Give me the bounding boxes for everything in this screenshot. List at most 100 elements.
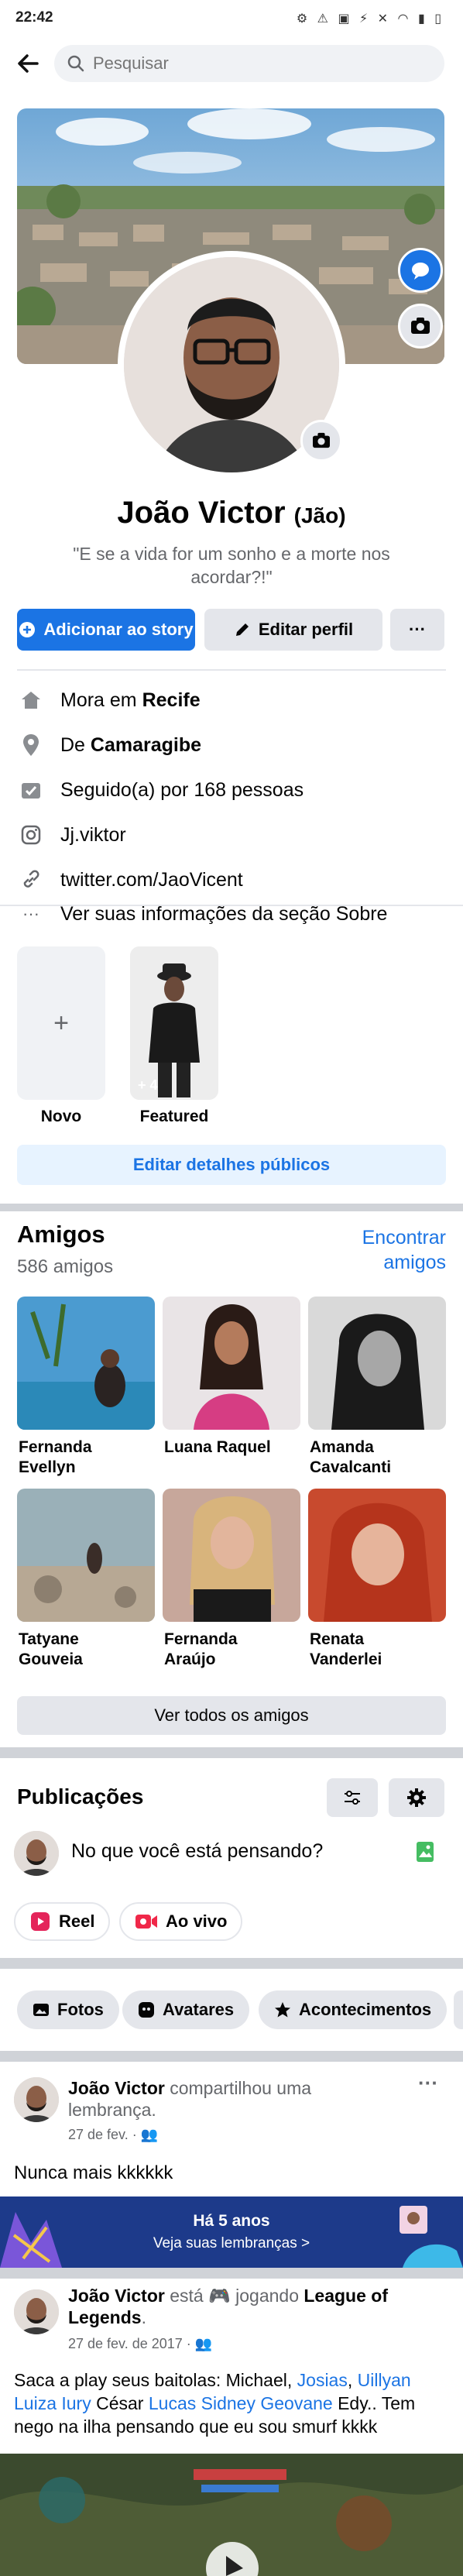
friend-name[interactable]: Luana Raquel (164, 1437, 302, 1458)
gear-icon (407, 1788, 426, 1807)
memory-banner[interactable]: Há 5 anos Veja suas lembranças > (0, 2196, 463, 2268)
avatar-icon (139, 2002, 154, 2018)
about-text: Ver suas informações da seção Sobre (60, 902, 388, 925)
live-button[interactable]: Ao vivo (119, 1902, 243, 1941)
friends-title: Amigos (17, 1221, 105, 1248)
friend-first-name: Amanda (310, 1438, 374, 1456)
post-text-a: Saca a play seus baitolas: Michael, (14, 2370, 297, 2390)
publications-title: Publicações (17, 1784, 144, 1808)
bio-line-1: "E se a vida for um sonho e a morte nos (73, 544, 390, 564)
from-prefix: De (60, 733, 85, 756)
add-story-button[interactable]: Adicionar ao story (17, 609, 195, 651)
friend-last-name: Vanderlei (310, 1650, 382, 1668)
reel-button[interactable]: Reel (14, 1902, 111, 1941)
twitter-text: twitter.com/JaoVicent (60, 868, 243, 891)
filter-avatars[interactable]: Avatares (122, 1990, 250, 2029)
filter-photos[interactable]: Fotos (17, 1990, 119, 2029)
live-label: Ao vivo (166, 1911, 228, 1931)
friend-photo[interactable] (163, 1297, 300, 1430)
memory-link[interactable]: Veja suas lembranças > (0, 2235, 463, 2252)
post-action: compartilhou uma (164, 2078, 312, 2098)
gear-button[interactable] (389, 1778, 444, 1817)
back-arrow-icon[interactable] (14, 50, 42, 77)
reel-label: Reel (59, 1911, 95, 1931)
post-more-button[interactable]: ··· (418, 2071, 438, 2095)
tag-lucas-sidney-geovane[interactable]: Lucas Sidney Geovane (149, 2393, 333, 2413)
detail-twitter[interactable]: twitter.com/JaoVicent (17, 864, 451, 895)
post-text-c: Edy.. Tem (332, 2393, 416, 2413)
filter-avatars-label: Avatares (163, 2000, 235, 2019)
followers-text: Seguido(a) por 168 pessoas (60, 778, 304, 801)
profile-name: João Victor (Jão) (0, 496, 463, 531)
post-date: 27 de fev. de 2017 · 👥 (68, 2336, 212, 2352)
photos-icon (33, 2004, 49, 2016)
avatar-camera-icon[interactable] (300, 420, 342, 462)
tag-josias[interactable]: Josias (297, 2370, 348, 2390)
post-date: 27 de fev. · 👥 (68, 2127, 158, 2143)
friend-photo[interactable] (308, 1297, 446, 1430)
composer-avatar[interactable] (14, 1831, 59, 1876)
pencil-icon (235, 623, 249, 636)
see-all-friends-button[interactable]: Ver todos os amigos (17, 1696, 446, 1735)
friend-name[interactable]: Fernanda Evellyn (19, 1437, 156, 1478)
filter-settings-button[interactable] (327, 1778, 378, 1817)
post-game-line2[interactable]: Legends (68, 2307, 142, 2327)
tag-uillyan[interactable]: Uillyan (358, 2370, 411, 2390)
post-avatar[interactable] (14, 2077, 59, 2122)
friend-photo[interactable] (163, 1489, 300, 1622)
friend-photo[interactable] (17, 1297, 155, 1430)
edit-public-details-button[interactable]: Editar detalhes públicos (17, 1145, 446, 1185)
top-bar (0, 39, 463, 88)
post-author[interactable]: João Victor (68, 2286, 165, 2306)
edit-profile-button[interactable]: Editar perfil (204, 609, 382, 651)
cover-camera-icon[interactable] (398, 304, 443, 349)
filter-events-label: Acontecimentos (299, 2000, 432, 2019)
post-game[interactable]: League of (304, 2286, 388, 2306)
followers-icon (17, 778, 45, 802)
friend-photo[interactable] (17, 1489, 155, 1622)
composer-input[interactable]: No que você está pensando? (71, 1840, 323, 1863)
friend-name[interactable]: Amanda Cavalcanti (310, 1437, 448, 1478)
search-input[interactable] (93, 45, 418, 82)
post-text-sep: , (347, 2370, 358, 2390)
more-options-button[interactable]: ··· (390, 609, 444, 651)
friend-first-name: Renata (310, 1630, 365, 1648)
add-story-label: Adicionar ao story (43, 620, 194, 639)
house-icon (17, 688, 45, 713)
more-options-label: ··· (409, 620, 426, 639)
filter-events[interactable]: Acontecimentos (259, 1990, 448, 2029)
find-friends-link[interactable]: Encontrar amigos (325, 1225, 446, 1275)
section-separator (0, 1204, 463, 1211)
edit-profile-label: Editar perfil (258, 620, 354, 639)
friend-photo[interactable] (308, 1489, 446, 1622)
profile-name-text: João Victor (117, 496, 286, 530)
friend-name[interactable]: Fernanda Araújo (164, 1630, 302, 1670)
featured-collection-label: Featured (139, 1108, 209, 1125)
detail-followers[interactable]: Seguido(a) por 168 pessoas (17, 775, 451, 805)
friends-audience-icon: 👥 (194, 2336, 213, 2351)
cover-messenger-button[interactable] (398, 248, 443, 293)
post-avatar[interactable] (14, 2289, 59, 2334)
friend-name[interactable]: Renata Vanderlei (310, 1630, 448, 1670)
status-bar: 22:42 ⚙ ⚠ ▣ ⚡ ✕ ◠ ▮ ▯ (0, 0, 463, 39)
featured-new-tile[interactable]: + (17, 946, 105, 1100)
friend-last-name: Cavalcanti (310, 1458, 392, 1476)
section-separator (0, 1747, 463, 1758)
tag-luiza-iury[interactable]: Luiza Iury (14, 2393, 91, 2413)
detail-instagram[interactable]: Jj.viktor (17, 819, 451, 850)
friend-last-name: Evellyn (19, 1458, 76, 1476)
post-text: Saca a play seus baitolas: Michael, Josi… (14, 2368, 452, 2438)
search-box[interactable] (54, 45, 444, 82)
section-separator (0, 2268, 463, 2279)
friend-name[interactable]: Tatyane Gouveia (19, 1630, 156, 1670)
profile-avatar[interactable] (118, 251, 345, 479)
star-icon (275, 2002, 290, 2018)
photo-icon[interactable] (413, 1840, 437, 1867)
post-author[interactable]: João Victor (68, 2078, 165, 2098)
post-action-line2: lembrança. (68, 2100, 156, 2120)
featured-collection-tile[interactable]: + 4 (130, 946, 218, 1100)
instagram-icon (17, 823, 45, 847)
post-video[interactable] (0, 2454, 463, 2576)
section-separator (0, 2051, 463, 2062)
detail-about[interactable]: ··· Ver suas informações da seção Sobre (17, 902, 451, 926)
